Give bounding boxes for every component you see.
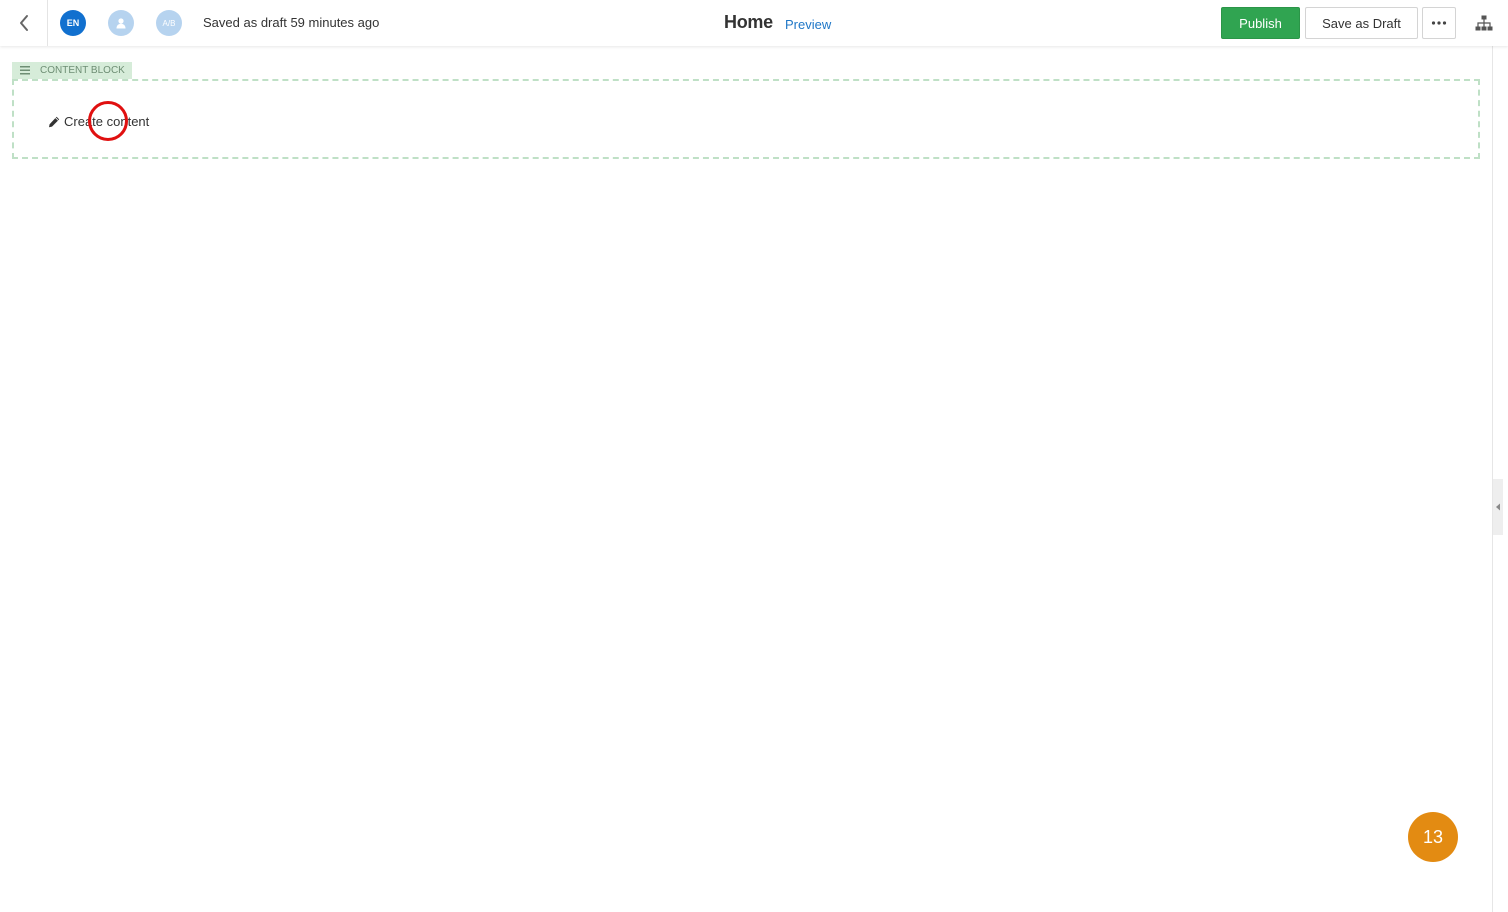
ab-test-button[interactable]: A/B bbox=[156, 10, 182, 36]
language-selector[interactable]: EN bbox=[60, 10, 86, 36]
language-code: EN bbox=[66, 18, 80, 28]
caret-left-icon bbox=[1496, 503, 1500, 511]
top-toolbar: EN A/B Saved as draft 59 minutes ago Hom… bbox=[0, 0, 1508, 46]
create-content-label: Create content bbox=[64, 114, 150, 129]
back-button[interactable] bbox=[0, 0, 48, 46]
ab-label: A/B bbox=[162, 18, 176, 28]
save-as-draft-label: Save as Draft bbox=[1322, 15, 1401, 31]
side-panel-toggle[interactable] bbox=[1493, 479, 1503, 535]
content-block-label[interactable]: CONTENT BLOCK bbox=[12, 62, 132, 79]
step-counter-badge: 13 bbox=[1408, 812, 1458, 862]
pencil-icon bbox=[48, 116, 60, 128]
more-options-button[interactable] bbox=[1422, 7, 1456, 39]
chevron-left-icon bbox=[19, 15, 28, 31]
content-block[interactable]: Create content bbox=[12, 79, 1480, 159]
create-content-button[interactable]: Create content bbox=[48, 114, 149, 129]
drag-handle-icon bbox=[20, 66, 30, 75]
user-icon bbox=[116, 18, 126, 29]
step-counter-value: 13 bbox=[1422, 826, 1444, 847]
content-block-title: CONTENT BLOCK bbox=[40, 65, 125, 76]
save-as-draft-button[interactable]: Save as Draft bbox=[1305, 7, 1418, 39]
preview-link[interactable]: Preview bbox=[785, 17, 831, 32]
publish-button[interactable]: Publish bbox=[1221, 7, 1300, 39]
persona-button[interactable] bbox=[108, 10, 134, 36]
ellipsis-icon bbox=[1431, 21, 1447, 25]
sitemap-icon bbox=[1475, 15, 1493, 31]
page-title: Home bbox=[724, 12, 773, 32]
publish-button-label: Publish bbox=[1239, 15, 1282, 31]
sitemap-button[interactable] bbox=[1464, 7, 1504, 39]
save-status: Saved as draft 59 minutes ago bbox=[203, 15, 380, 30]
